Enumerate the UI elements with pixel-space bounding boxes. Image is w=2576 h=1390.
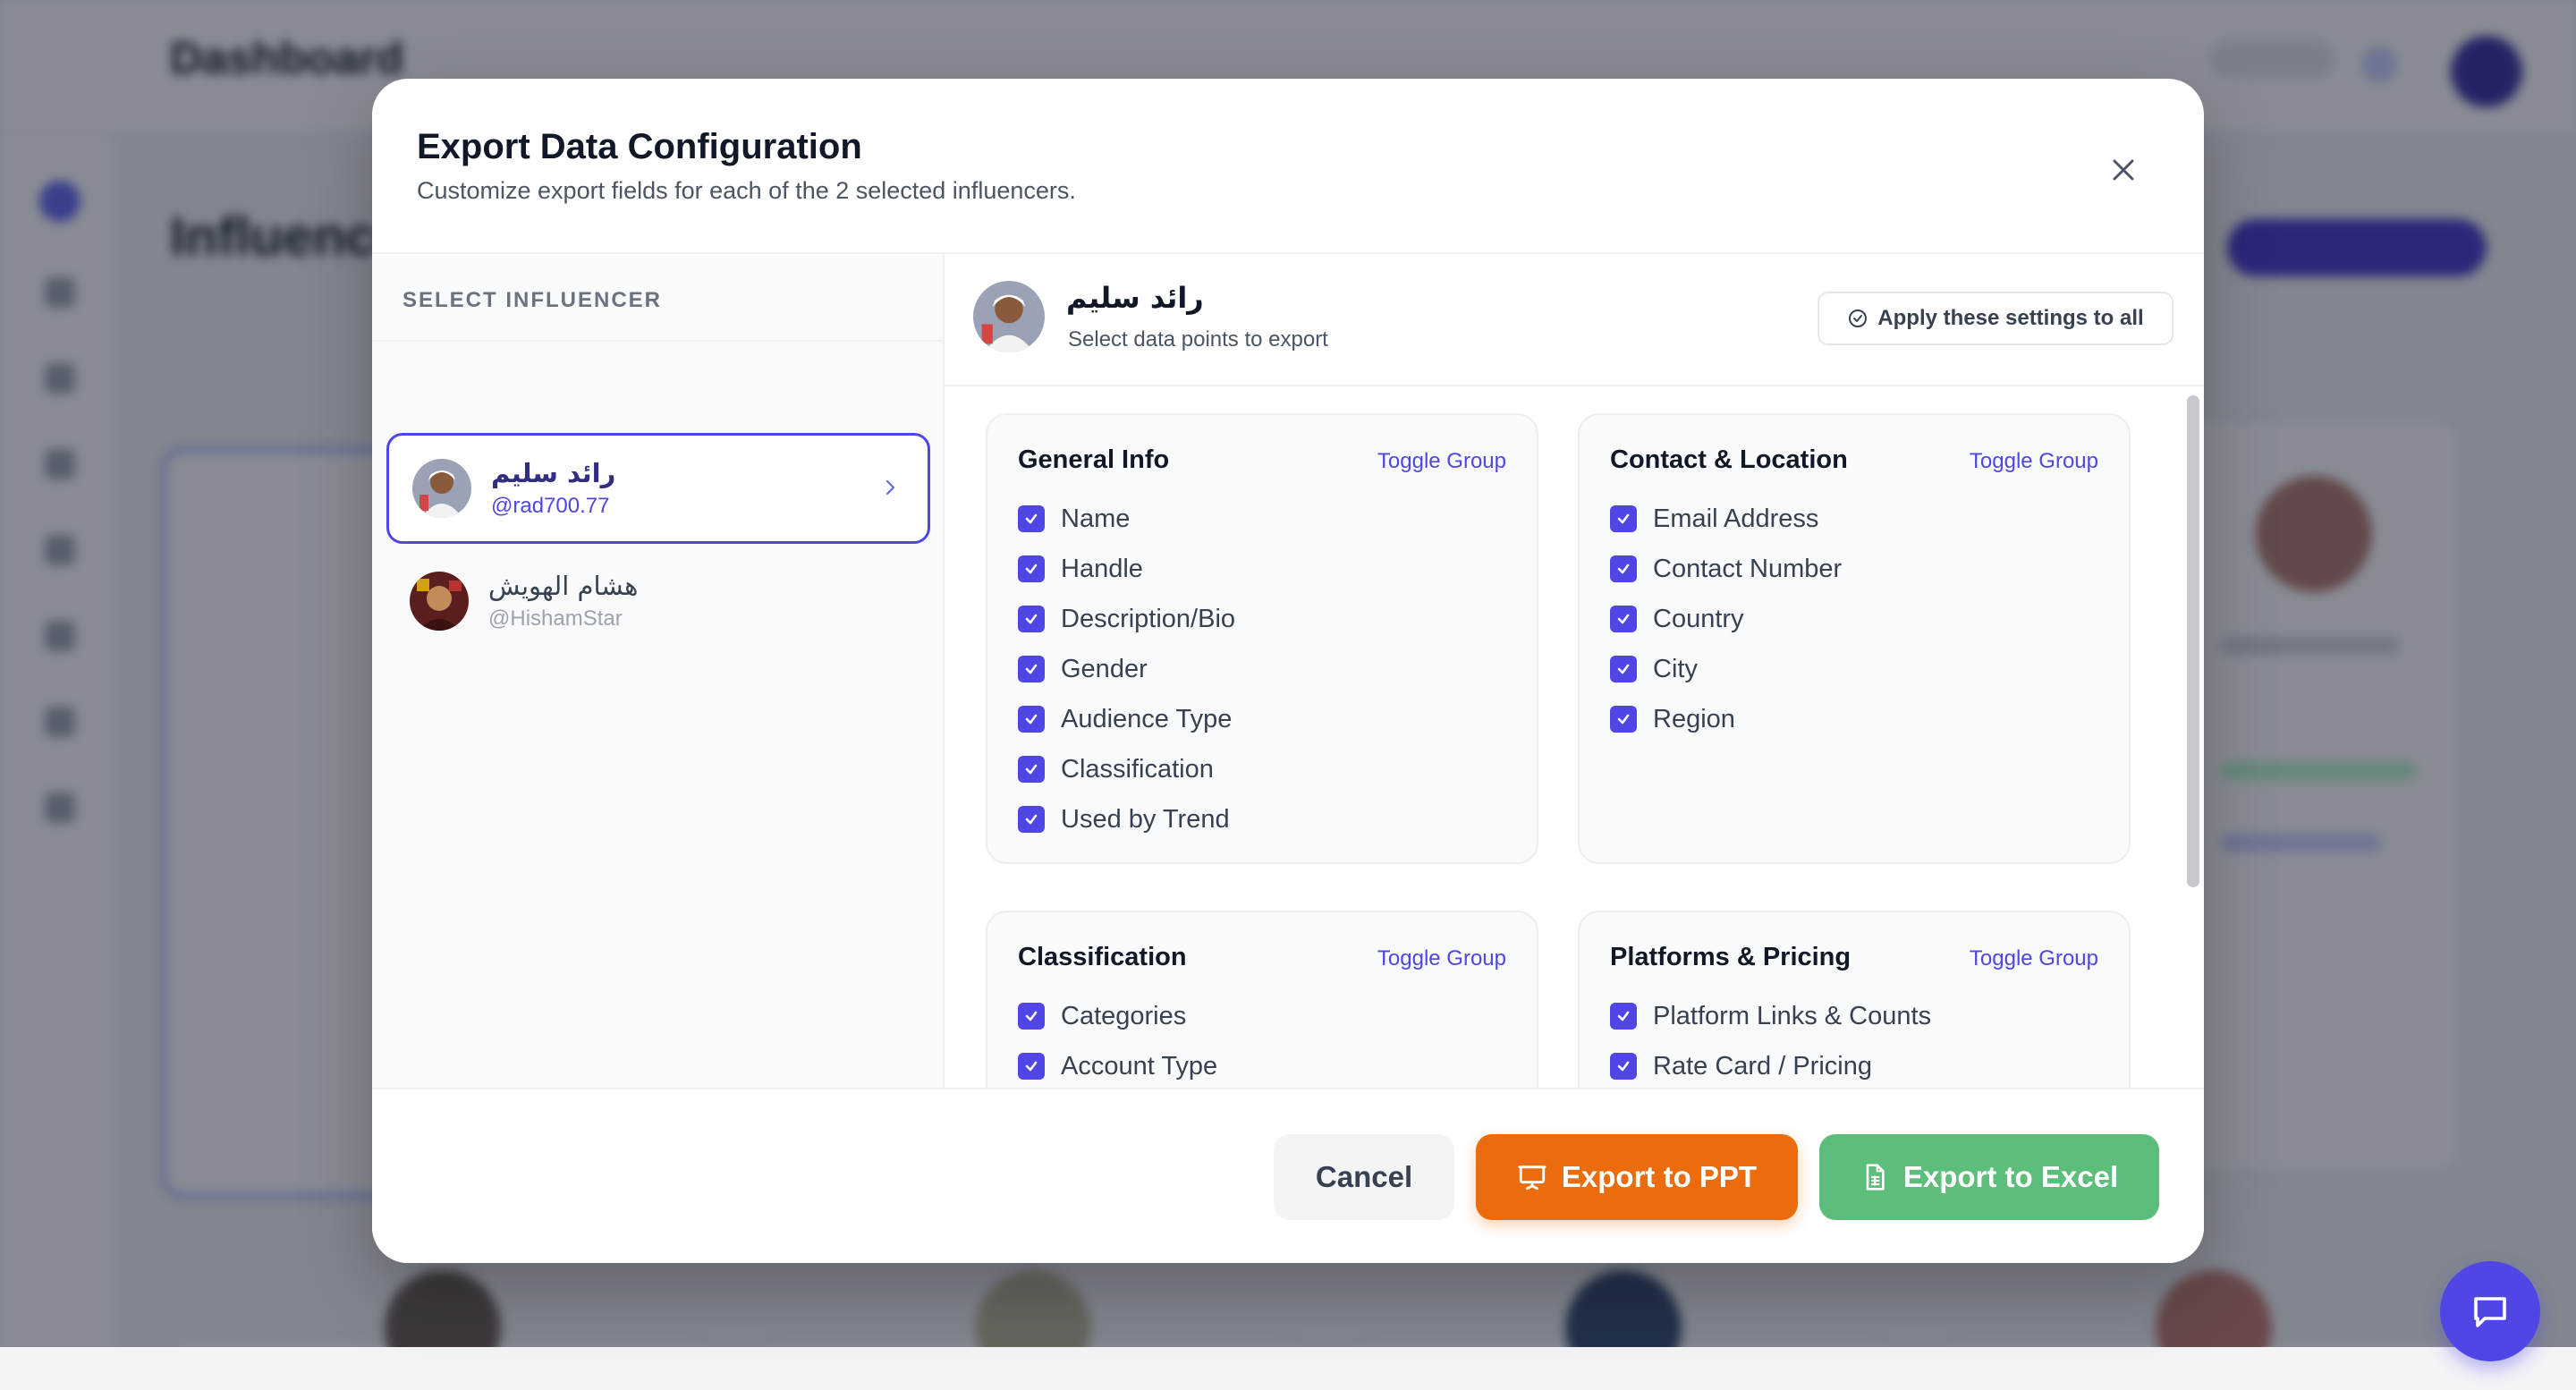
influencer-avatar — [412, 459, 471, 518]
field-checkbox-description[interactable]: Description/Bio — [1018, 601, 1235, 637]
group-title: Platforms & Pricing — [1610, 943, 1852, 971]
field-label: Categories — [1061, 1001, 1187, 1030]
scrollbar-thumb[interactable] — [2187, 395, 2199, 887]
apply-settings-label: Apply these settings to all — [1877, 306, 2144, 330]
checkbox-checked-icon — [1018, 1003, 1045, 1030]
selected-influencer-header: رائد سليم Select data points to export A… — [945, 254, 2204, 386]
checkbox-checked-icon — [1018, 555, 1045, 582]
checkbox-checked-icon — [1610, 606, 1637, 632]
selected-influencer-name: رائد سليم — [1066, 281, 1204, 315]
field-label: Gender — [1061, 654, 1148, 683]
checkbox-checked-icon — [1610, 1003, 1637, 1030]
field-checkbox-country[interactable]: Country — [1610, 601, 1744, 637]
toggle-group-link[interactable]: Toggle Group — [1970, 946, 2098, 971]
check-circle-icon — [1849, 309, 1868, 327]
influencer-name: رائد سليم — [491, 458, 616, 488]
modal-title: Export Data Configuration — [417, 127, 862, 166]
toggle-group-link[interactable]: Toggle Group — [1377, 449, 1506, 474]
checkbox-checked-icon — [1018, 756, 1045, 783]
field-label: Country — [1653, 604, 1744, 633]
field-checkbox-contact-number[interactable]: Contact Number — [1610, 551, 1842, 587]
export-excel-button[interactable]: Export to Excel — [1819, 1134, 2159, 1220]
apply-settings-to-all-button[interactable]: Apply these settings to all — [1818, 292, 2174, 345]
checkbox-checked-icon — [1610, 706, 1637, 733]
field-checkbox-email[interactable]: Email Address — [1610, 501, 1818, 537]
toggle-group-link[interactable]: Toggle Group — [1377, 946, 1506, 971]
field-label: Rate Card / Pricing — [1653, 1051, 1872, 1081]
field-label: Description/Bio — [1061, 604, 1236, 633]
checkbox-checked-icon — [1018, 656, 1045, 682]
field-checkbox-name[interactable]: Name — [1018, 501, 1130, 537]
field-label: Name — [1061, 504, 1131, 533]
influencer-handle: @HishamStar — [488, 606, 623, 631]
close-button[interactable] — [2098, 145, 2148, 195]
checkbox-checked-icon — [1018, 606, 1045, 632]
field-label: Handle — [1061, 554, 1143, 583]
export-ppt-label: Export to PPT — [1561, 1160, 1758, 1193]
field-checkbox-platform-links[interactable]: Platform Links & Counts — [1610, 998, 1931, 1034]
field-checkbox-gender[interactable]: Gender — [1018, 651, 1148, 687]
checkbox-checked-icon — [1018, 706, 1045, 733]
field-group-platforms-pricing: Platforms & Pricing Toggle Group Platfor… — [1578, 911, 2131, 1088]
field-label: Contact Number — [1653, 554, 1843, 583]
influencer-item[interactable]: هشام الهويش @HishamStar — [386, 546, 930, 657]
presentation-icon — [1518, 1165, 1546, 1191]
export-fields-panel: رائد سليم Select data points to export A… — [945, 254, 2204, 1088]
checkbox-checked-icon — [1018, 505, 1045, 532]
field-label: Account Type — [1061, 1051, 1218, 1081]
modal-header: Export Data Configuration Customize expo… — [372, 79, 2204, 254]
export-config-modal: Export Data Configuration Customize expo… — [372, 79, 2204, 1263]
field-checkbox-handle[interactable]: Handle — [1018, 551, 1143, 587]
checkbox-checked-icon — [1610, 505, 1637, 532]
field-label: City — [1653, 654, 1698, 683]
field-checkbox-rate-card[interactable]: Rate Card / Pricing — [1610, 1048, 1872, 1084]
checkbox-checked-icon — [1610, 555, 1637, 582]
modal-subtitle: Customize export fields for each of the … — [417, 177, 1076, 204]
field-label: Classification — [1061, 754, 1214, 784]
checkbox-checked-icon — [1018, 1053, 1045, 1080]
cancel-label: Cancel — [1315, 1160, 1413, 1193]
modal-footer: Cancel Export to PPT Export to Excel — [372, 1088, 2204, 1263]
field-label: Region — [1653, 704, 1735, 733]
influencer-name: هشام الهويش — [488, 571, 639, 601]
field-label: Audience Type — [1061, 704, 1233, 733]
field-checkbox-region[interactable]: Region — [1610, 701, 1735, 737]
chat-bubble-icon — [2474, 1297, 2506, 1327]
selected-influencer-subtitle: Select data points to export — [1068, 327, 1328, 352]
field-checkbox-used-by-trend[interactable]: Used by Trend — [1018, 801, 1230, 837]
cancel-button[interactable]: Cancel — [1274, 1134, 1454, 1220]
select-influencer-heading: SELECT INFLUENCER — [372, 254, 943, 342]
export-ppt-button[interactable]: Export to PPT — [1476, 1134, 1798, 1220]
influencer-handle: @rad700.77 — [491, 494, 610, 518]
spreadsheet-file-icon — [1866, 1164, 1885, 1191]
influencer-item-active[interactable]: رائد سليم @rad700.77 — [386, 433, 930, 544]
close-icon — [2113, 159, 2134, 181]
field-checkbox-account-type[interactable]: Account Type — [1018, 1048, 1217, 1084]
checkbox-checked-icon — [1018, 806, 1045, 833]
toggle-group-link[interactable]: Toggle Group — [1970, 449, 2098, 474]
field-checkbox-city[interactable]: City — [1610, 651, 1698, 687]
influencer-avatar — [410, 572, 469, 631]
field-checkbox-classification[interactable]: Classification — [1018, 751, 1214, 787]
chat-button[interactable] — [2440, 1261, 2540, 1361]
field-checkbox-categories[interactable]: Categories — [1018, 998, 1186, 1034]
selected-influencer-avatar — [973, 281, 1045, 352]
field-groups-area: General Info Toggle Group Name Handle De… — [945, 388, 2204, 1088]
chevron-right-icon — [886, 479, 895, 496]
field-label: Platform Links & Counts — [1653, 1001, 1932, 1030]
bottom-strip — [0, 1347, 2576, 1390]
field-group-contact-location: Contact & Location Toggle Group Email Ad… — [1578, 413, 2131, 864]
influencer-list-panel: SELECT INFLUENCER رائد سليم @rad700.77 ه… — [372, 254, 945, 1088]
group-title: General Info — [1018, 445, 1170, 474]
group-title: Contact & Location — [1610, 445, 1848, 474]
field-group-general-info: General Info Toggle Group Name Handle De… — [986, 413, 1538, 864]
field-label: Email Address — [1653, 504, 1819, 533]
field-group-classification: Classification Toggle Group Categories A… — [986, 911, 1538, 1088]
field-label: Used by Trend — [1061, 804, 1230, 834]
field-checkbox-audience-type[interactable]: Audience Type — [1018, 701, 1232, 737]
checkbox-checked-icon — [1610, 656, 1637, 682]
checkbox-checked-icon — [1610, 1053, 1637, 1080]
group-title: Classification — [1018, 943, 1187, 971]
export-excel-label: Export to Excel — [1902, 1160, 2119, 1193]
